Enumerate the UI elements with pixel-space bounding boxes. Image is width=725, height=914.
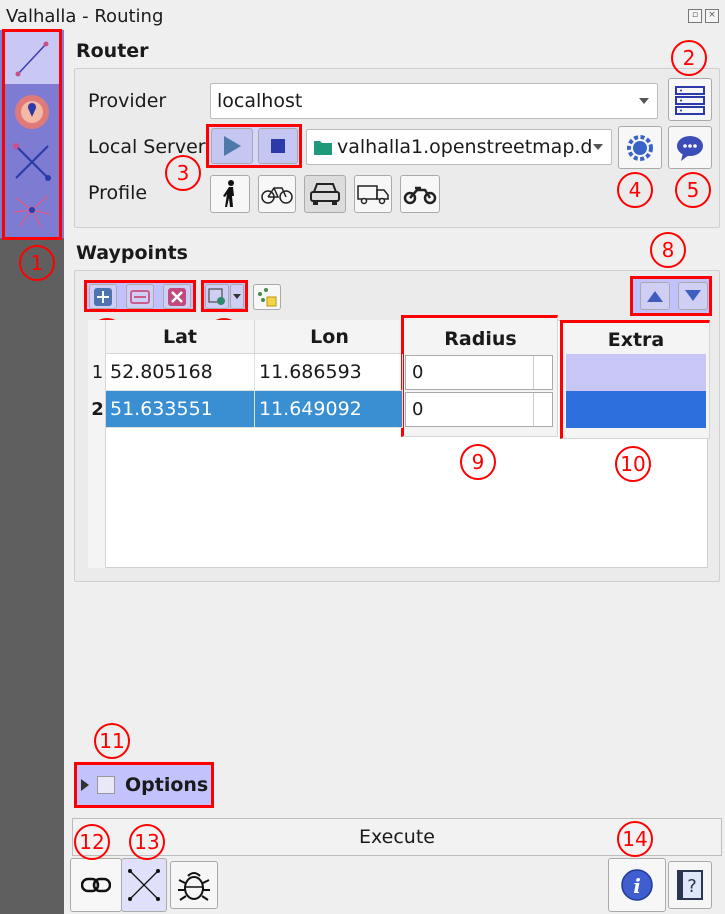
column-header-lat[interactable]: Lat — [106, 320, 255, 354]
truck-icon — [357, 185, 389, 205]
arrow-down-icon — [685, 290, 701, 301]
add-from-map-dropdown[interactable] — [230, 284, 244, 309]
local-server-label: Local Server — [88, 136, 206, 158]
add-waypoint-button[interactable] — [89, 284, 117, 309]
profile-bicycle-button[interactable] — [258, 175, 296, 213]
extra-header-label: Extra — [607, 329, 665, 351]
cell-lon[interactable]: 11.686593 — [255, 354, 403, 391]
points-layer-icon — [258, 288, 277, 307]
car-icon — [310, 183, 340, 205]
help-book-icon: ? — [677, 870, 703, 900]
clear-icon — [168, 287, 186, 306]
profile-truck-button[interactable] — [354, 175, 392, 213]
window-controls: ▫ × — [688, 9, 719, 23]
arrow-up-icon — [647, 291, 663, 302]
link-button[interactable] — [70, 858, 122, 912]
badge-10: 10 — [615, 446, 651, 482]
help-button[interactable]: ? — [668, 861, 712, 909]
row-index[interactable]: 1 — [89, 354, 106, 391]
options-checkbox[interactable] — [97, 776, 115, 794]
add-from-layer-button[interactable] — [253, 284, 281, 310]
provider-value: localhost — [217, 90, 303, 112]
profile-car-button[interactable] — [304, 175, 346, 213]
waypoints-section-title: Waypoints — [76, 242, 188, 264]
map-point-icon — [208, 287, 225, 305]
cell-lon[interactable]: 11.649092 — [255, 391, 403, 428]
info-icon: i — [621, 869, 653, 901]
badge-3: 3 — [165, 155, 201, 191]
badge-13: 13 — [129, 824, 165, 860]
profile-motorcycle-button[interactable] — [400, 175, 440, 213]
folder-icon — [314, 141, 332, 155]
about-button[interactable]: i — [608, 858, 666, 912]
play-icon — [224, 136, 241, 156]
badge-9: 9 — [460, 444, 496, 480]
svg-text:?: ? — [687, 876, 697, 897]
server-log-button[interactable] — [668, 126, 712, 169]
chat-bubble-icon — [677, 135, 703, 161]
chevron-down-icon — [593, 144, 603, 150]
start-server-button[interactable] — [211, 128, 253, 164]
stop-server-button[interactable] — [258, 128, 298, 164]
provider-settings-button[interactable] — [668, 78, 712, 121]
clear-map-button[interactable] — [121, 858, 167, 912]
pedestrian-icon — [223, 180, 234, 207]
spin-arrows-icon[interactable] — [533, 393, 552, 426]
remove-waypoint-button[interactable] — [126, 284, 154, 309]
minus-icon — [130, 289, 150, 304]
spin-arrows-icon[interactable] — [533, 356, 552, 389]
radius-value: 0 — [412, 399, 424, 420]
radius-spinbox[interactable]: 0 — [405, 392, 553, 427]
server-config-value: valhalla1.openstreetmap.d — [337, 136, 593, 158]
router-section-title: Router — [76, 40, 149, 62]
move-up-button[interactable] — [640, 282, 670, 310]
badge-8: 8 — [650, 232, 686, 268]
debug-button[interactable] — [170, 861, 218, 909]
badge-4: 4 — [617, 172, 653, 208]
radius-spinbox[interactable]: 0 — [405, 355, 553, 390]
badge-12: 12 — [74, 824, 110, 860]
profile-label: Profile — [88, 182, 148, 204]
motorcycle-icon — [403, 186, 437, 205]
server-settings-button[interactable] — [618, 126, 662, 169]
badge-14: 14 — [617, 821, 653, 857]
close-icon[interactable]: × — [705, 9, 719, 23]
add-from-map-button[interactable] — [205, 284, 229, 309]
chevron-right-icon — [81, 779, 89, 791]
highlight-tabs — [2, 29, 62, 240]
server-list-icon — [675, 85, 705, 115]
bicycle-icon — [261, 187, 293, 204]
cell-extra[interactable] — [566, 391, 706, 428]
server-config-select[interactable]: valhalla1.openstreetmap.d — [306, 129, 612, 165]
cell-lat[interactable]: 52.805168 — [106, 354, 255, 391]
move-down-button[interactable] — [678, 282, 708, 310]
window-title: Valhalla - Routing — [6, 6, 164, 27]
badge-2: 2 — [671, 40, 707, 76]
svg-text:i: i — [633, 874, 641, 898]
plus-icon — [94, 287, 112, 306]
float-icon[interactable]: ▫ — [688, 9, 702, 23]
link-icon — [81, 877, 111, 893]
radius-value: 0 — [412, 362, 424, 383]
stop-icon — [271, 139, 285, 153]
gear-icon — [627, 134, 653, 161]
provider-select[interactable]: localhost — [210, 83, 658, 119]
badge-1: 1 — [19, 245, 55, 281]
options-toggle[interactable]: Options — [74, 762, 214, 808]
badge-11: 11 — [94, 723, 130, 759]
cell-lat[interactable]: 51.633551 — [106, 391, 255, 428]
row-index[interactable]: 2 — [89, 391, 106, 428]
chevron-down-icon — [639, 98, 649, 104]
clear-waypoints-button[interactable] — [163, 284, 191, 309]
cross-points-icon — [128, 869, 160, 901]
provider-label: Provider — [88, 90, 167, 112]
chevron-down-icon — [233, 294, 241, 299]
options-label: Options — [125, 774, 209, 796]
radius-header-label: Radius — [444, 328, 517, 350]
badge-5: 5 — [675, 172, 711, 208]
bug-icon — [178, 872, 210, 901]
cell-extra[interactable] — [566, 354, 706, 391]
column-header-lon[interactable]: Lon — [255, 320, 405, 354]
profile-pedestrian-button[interactable] — [210, 175, 250, 213]
